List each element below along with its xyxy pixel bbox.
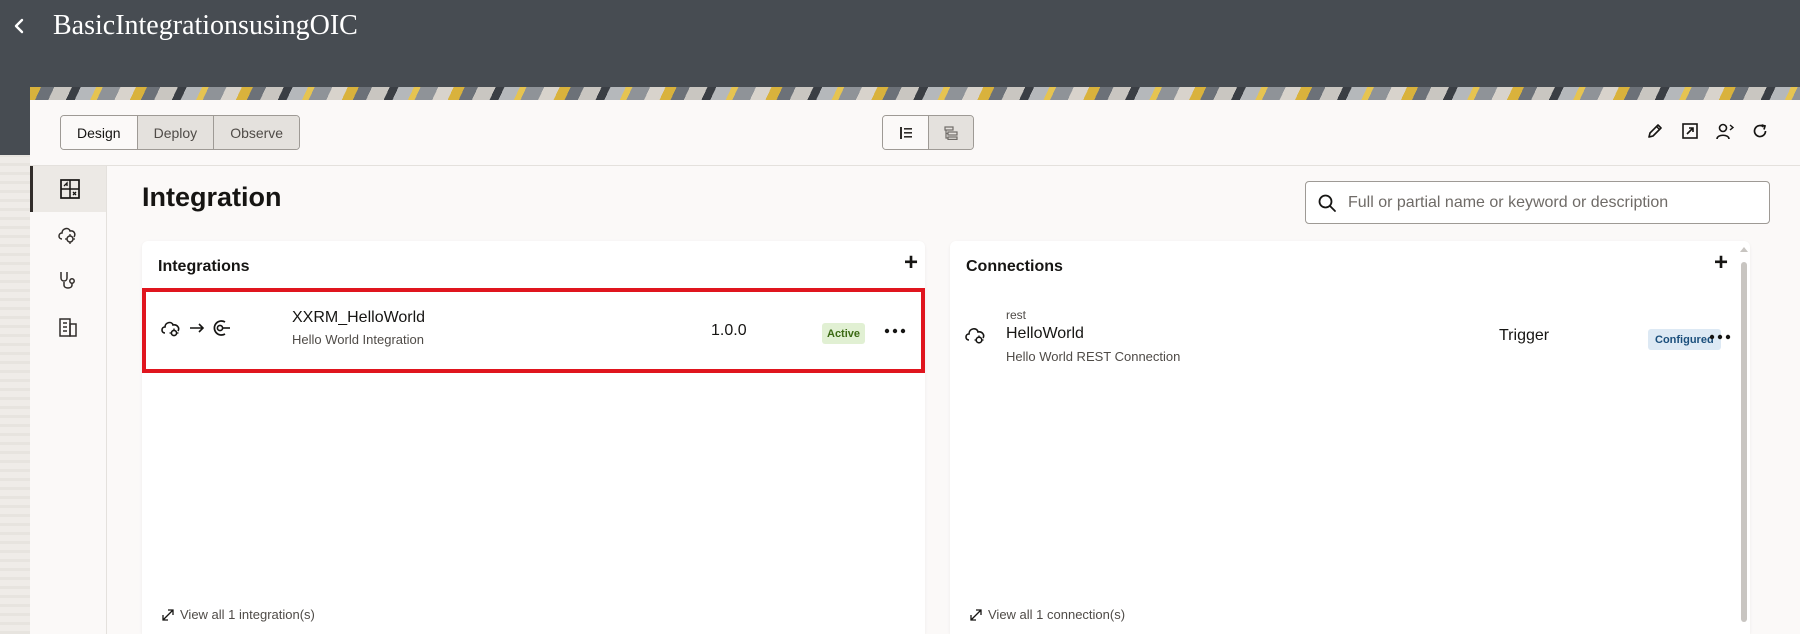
more-horizontal-icon [1709,334,1731,340]
search-box [1305,181,1770,224]
add-integration-button[interactable]: + [897,249,925,277]
tab-observe[interactable]: Observe [213,116,300,149]
scrollbar-thumb[interactable] [1741,262,1747,622]
connection-icon-wrap [964,324,990,351]
left-nav-rail [30,166,107,634]
plus-icon: + [903,249,918,276]
expand-icon [162,608,174,621]
view-all-integrations-label: View all 1 integration(s) [180,607,315,622]
building-icon [59,318,77,337]
scroll-up-arrow[interactable] [1740,247,1748,252]
more-horizontal-icon [884,328,906,334]
chevron-left-icon [14,18,24,34]
refresh-button[interactable] [1748,119,1772,143]
integration-version: 1.0.0 [711,322,747,339]
tree-view-button[interactable] [928,116,973,149]
connection-role: Trigger [1499,327,1550,344]
integration-name[interactable]: XXRM_HelloWorld [292,309,425,327]
status-badge: Active [822,323,866,344]
view-toggle [882,115,974,150]
integrations-panel: Integrations + XXRM_HelloWorld Hello Wor… [142,241,925,634]
invoke-target-icon [213,320,230,336]
list-view-button[interactable] [883,116,928,149]
connection-more-button[interactable] [1705,325,1735,349]
integrations-title: Integrations [158,258,250,275]
arrow-right-icon [190,323,205,333]
background-strip [0,155,30,634]
decorative-banner [30,87,1800,100]
scrollbar[interactable] [1738,247,1750,634]
pencil-icon [1648,124,1662,138]
plus-icon: + [1713,249,1728,276]
connections-title: Connections [966,258,1063,275]
rail-item-organization[interactable] [30,304,106,350]
rail-item-connections[interactable] [30,212,106,258]
integration-pattern-icons [160,318,232,338]
add-connection-button[interactable]: + [1707,249,1735,277]
view-all-connections-label: View all 1 connection(s) [988,607,1126,622]
project-title: BasicIntegrationsusingOIC [53,10,358,41]
mode-tabs: Design Deploy Observe [60,115,301,150]
expand-icon [970,608,982,621]
view-all-connections-link[interactable]: View all 1 connection(s) [970,607,1125,622]
integration-description: Hello World Integration [292,332,424,347]
rail-item-health[interactable] [30,258,106,304]
page-title: Integration [142,182,282,212]
toolbar: Design Deploy Observe [30,100,1800,166]
connection-name[interactable]: HelloWorld [1006,325,1084,343]
integration-design-icon [59,179,80,199]
tab-design[interactable]: Design [61,116,137,149]
connections-panel: Connections + rest HelloWorld Hello Worl… [950,241,1750,634]
tree-view-icon [944,125,958,140]
integration-row[interactable]: XXRM_HelloWorld Hello World Integration … [142,288,925,373]
back-button[interactable] [8,14,30,38]
main-content: Design Deploy Observe Integration Full o… [30,100,1800,634]
tab-deploy[interactable]: Deploy [136,116,214,149]
connection-row[interactable]: rest HelloWorld Hello World REST Connect… [950,296,1732,376]
share-button[interactable] [1713,119,1737,143]
connection-type: rest [1006,308,1027,322]
search-input[interactable] [1348,193,1758,212]
view-all-integrations-link[interactable]: View all 1 integration(s) [162,607,315,622]
open-external-icon [1682,123,1698,139]
search-icon [1306,193,1348,213]
refresh-icon [1753,124,1767,138]
rail-item-design[interactable] [30,166,106,212]
toolbar-actions [1643,119,1772,143]
list-view-icon [899,126,912,139]
integration-more-button[interactable] [880,319,910,343]
cloud-connection-icon [58,227,76,244]
edit-button[interactable] [1643,119,1667,143]
user-share-icon [1716,123,1735,140]
stethoscope-icon [60,272,75,289]
open-external-button[interactable] [1678,119,1702,143]
cloud-trigger-icon [161,321,180,337]
cloud-connection-icon [965,328,985,344]
connection-description: Hello World REST Connection [1006,349,1181,364]
